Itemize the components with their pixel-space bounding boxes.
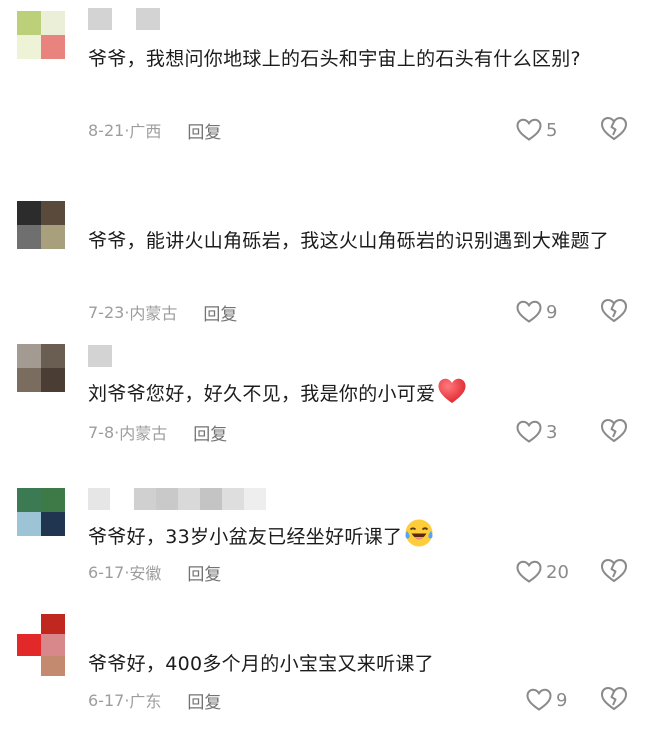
reply-button[interactable]: 回复: [187, 688, 221, 713]
heart-outline-icon: [526, 688, 552, 711]
username[interactable]: [88, 8, 160, 30]
comment-location: 广东: [129, 692, 162, 711]
comment-date: 8-21: [88, 120, 125, 140]
broken-heart-icon: [600, 686, 628, 711]
crying-laugh-emoji-icon: [404, 518, 434, 548]
avatar[interactable]: [17, 11, 65, 59]
dislike-button[interactable]: [600, 116, 628, 144]
comment-date: 6-17: [88, 690, 125, 710]
heart-outline-icon: [516, 560, 542, 583]
like-count: 9: [556, 689, 568, 711]
like-button[interactable]: 20: [516, 558, 569, 586]
dislike-button[interactable]: [600, 686, 628, 714]
like-button[interactable]: 9: [526, 686, 567, 714]
comment-text: 爷爷，能讲火山角砾岩，我这火山角砾岩的识别遇到大难题了: [88, 230, 610, 252]
comment-text: 刘爷爷您好，好久不见，我是你的小可爱: [88, 376, 628, 413]
comment-text: 爷爷好，33岁小盆友已经坐好听课了: [88, 518, 628, 556]
reply-button[interactable]: 回复: [187, 560, 221, 585]
comment-item: 爷爷好，400多个月的小宝宝又来听课了 6-17 · 广东 回复 9: [0, 612, 650, 736]
dislike-button[interactable]: [600, 418, 628, 446]
reply-button[interactable]: 回复: [193, 420, 227, 445]
reply-button[interactable]: 回复: [187, 118, 221, 143]
comment-location: 内蒙古: [119, 424, 168, 443]
comment-item: 爷爷，我想问你地球上的石头和宇宙上的石头有什么区别? 8-21 · 广西 回复 …: [0, 8, 650, 158]
comment-date: 7-23: [88, 302, 125, 322]
like-count: 9: [546, 301, 558, 323]
comment-meta: 7-23 · 内蒙古 回复: [88, 300, 237, 325]
comment-meta: 6-17 · 安徽 回复: [88, 560, 221, 585]
comment-item: 爷爷好，33岁小盆友已经坐好听课了 6-17 · 安徽 回复 20: [0, 486, 650, 596]
broken-heart-icon: [600, 418, 628, 443]
avatar[interactable]: [17, 201, 65, 249]
comment-date: 7-8: [88, 422, 115, 442]
username[interactable]: [88, 345, 112, 367]
reply-button[interactable]: 回复: [203, 300, 237, 325]
avatar[interactable]: [17, 344, 65, 392]
like-count: 20: [546, 561, 569, 583]
dislike-button[interactable]: [600, 558, 628, 586]
like-button[interactable]: 9: [516, 298, 557, 326]
comment-location: 内蒙古: [129, 304, 178, 323]
dislike-button[interactable]: [600, 298, 628, 326]
red-heart-emoji-icon: [437, 377, 467, 405]
comment-location: 安徽: [129, 564, 162, 583]
like-count: 5: [546, 119, 558, 141]
heart-outline-icon: [516, 300, 542, 323]
avatar[interactable]: [17, 614, 65, 676]
like-button[interactable]: 3: [516, 418, 557, 446]
avatar[interactable]: [17, 488, 65, 536]
comment-item: 爷爷，能讲火山角砾岩，我这火山角砾岩的识别遇到大难题了 7-23 · 内蒙古 回…: [0, 198, 650, 338]
heart-outline-icon: [516, 420, 542, 443]
heart-outline-icon: [516, 118, 542, 141]
comment-meta: 8-21 · 广西 回复: [88, 118, 221, 143]
comment-item: 刘爷爷您好，好久不见，我是你的小可爱 7-8 · 内蒙古 回复 3: [0, 340, 650, 450]
username[interactable]: [88, 488, 266, 510]
broken-heart-icon: [600, 298, 628, 323]
like-count: 3: [546, 421, 558, 443]
comment-text: 爷爷，我想问你地球上的石头和宇宙上的石头有什么区别?: [88, 48, 581, 70]
comment-date: 6-17: [88, 562, 125, 582]
broken-heart-icon: [600, 116, 628, 141]
comment-text: 爷爷好，400多个月的小宝宝又来听课了: [88, 653, 434, 675]
comment-location: 广西: [129, 122, 162, 141]
like-button[interactable]: 5: [516, 116, 557, 144]
comment-meta: 7-8 · 内蒙古 回复: [88, 420, 227, 445]
comment-meta: 6-17 · 广东 回复: [88, 688, 221, 713]
broken-heart-icon: [600, 558, 628, 583]
